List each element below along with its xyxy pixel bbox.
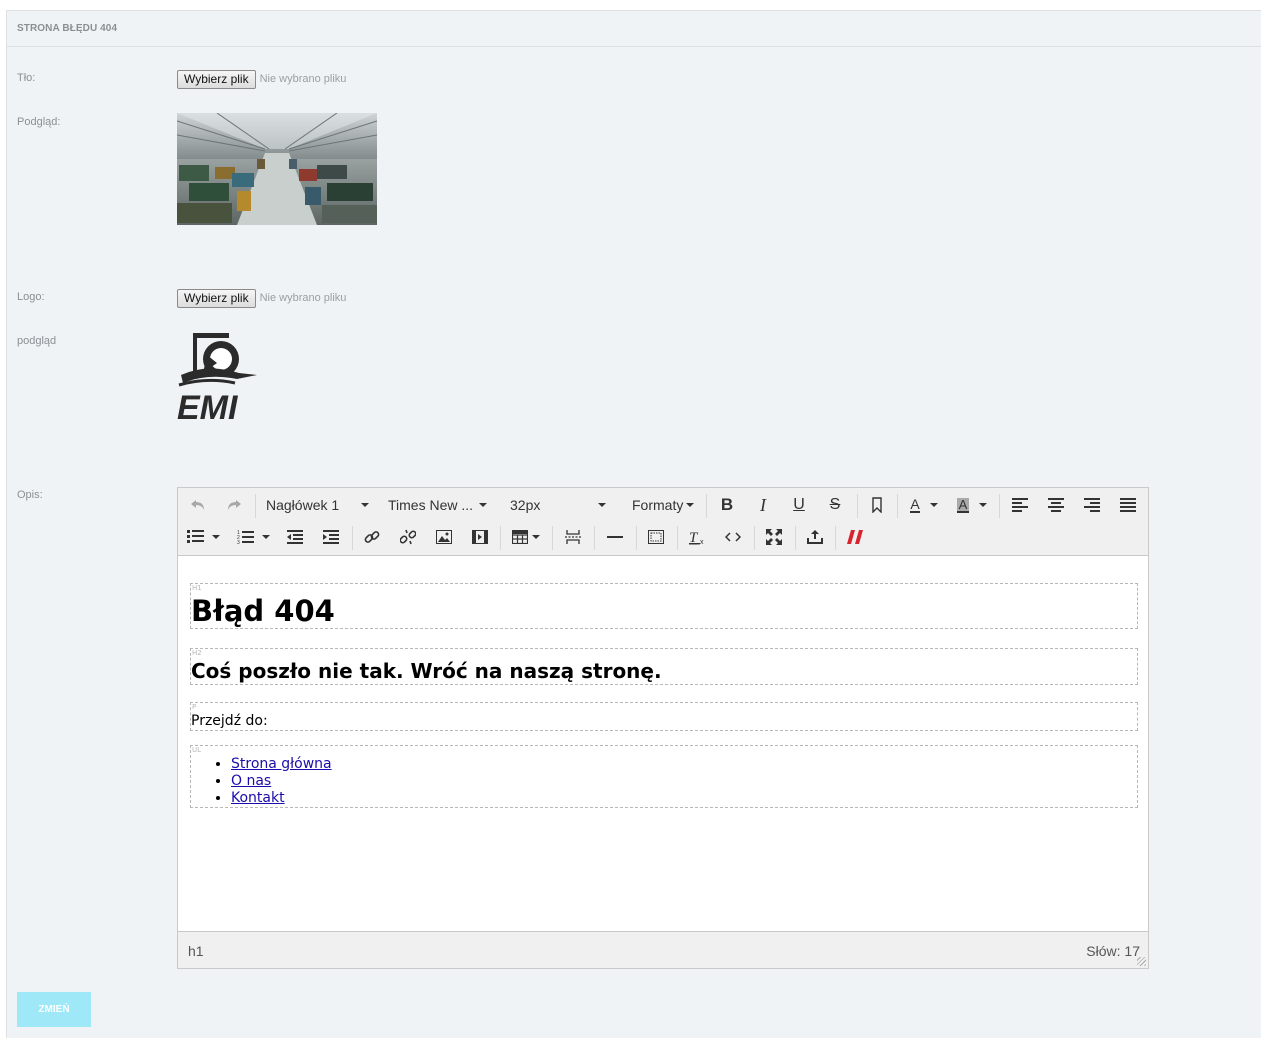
chevron-down-icon xyxy=(598,503,607,507)
bookmark-icon[interactable] xyxy=(862,489,892,521)
bullet-list-icon[interactable] xyxy=(182,521,224,553)
svg-text:x: x xyxy=(700,539,704,545)
logo-label: Logo: xyxy=(17,291,45,303)
chevron-down-icon xyxy=(686,503,695,507)
editor-statusbar: h1 Słów: 17 xyxy=(178,931,1148,968)
logo-file-status: Nie wybrano pliku xyxy=(259,292,347,304)
redo-icon[interactable] xyxy=(220,489,248,521)
description-label: Opis: xyxy=(17,489,43,501)
background-file-input[interactable]: Wybierz plik Nie wybrano pliku xyxy=(177,69,346,89)
list-item: Strona główna xyxy=(231,756,332,773)
media-icon[interactable] xyxy=(465,521,495,553)
submit-button[interactable]: ZMIEŃ xyxy=(17,992,91,1027)
image-icon[interactable] xyxy=(429,521,459,553)
underline-icon[interactable]: U xyxy=(784,489,814,521)
align-center-icon[interactable] xyxy=(1041,489,1071,521)
table-icon[interactable] xyxy=(506,521,546,553)
align-justify-icon[interactable] xyxy=(1113,489,1143,521)
heading-2-block: H2 Coś poszło nie tak. Wróć na naszą str… xyxy=(190,648,1138,685)
heading-1: Błąd 404 xyxy=(191,594,335,628)
unlink-icon[interactable] xyxy=(393,521,423,553)
font-size-value: 32px xyxy=(510,497,541,513)
link-list: Strona główna O nas Kontakt xyxy=(191,756,332,807)
block-format-dropdown[interactable]: Nagłówek 1 xyxy=(262,489,372,521)
chevron-down-icon xyxy=(479,503,488,507)
block-tag-p: P xyxy=(192,703,197,711)
list-item: O nas xyxy=(231,773,332,790)
logo-file-input[interactable]: Wybierz plik Nie wybrano pliku xyxy=(177,288,346,308)
link-icon[interactable] xyxy=(357,521,387,553)
formats-dropdown[interactable]: Formaty xyxy=(628,489,700,521)
block-tag-h1: H1 xyxy=(192,584,202,592)
strikethrough-icon[interactable]: S xyxy=(820,489,850,521)
preview-label: Podgląd: xyxy=(17,116,61,128)
logo-text: EMI xyxy=(177,389,239,423)
error-page-settings-panel: STRONA BŁĘDU 404 Tło: Wybierz plik Nie w… xyxy=(6,10,1261,1038)
chevron-down-icon xyxy=(361,503,370,507)
background-choose-file-button[interactable]: Wybierz plik xyxy=(177,69,256,89)
logo-choose-file-button[interactable]: Wybierz plik xyxy=(177,288,256,308)
rich-text-editor: Nagłówek 1 Times New ... 32px Formaty B xyxy=(177,487,1149,969)
formats-value: Formaty xyxy=(632,497,684,513)
block-tag-ul: UL xyxy=(192,746,202,754)
font-family-dropdown[interactable]: Times New ... xyxy=(384,489,496,521)
background-color-icon[interactable]: A xyxy=(950,489,994,521)
editor-content-area[interactable]: H1 Błąd 404 H2 Coś poszło nie tak. Wróć … xyxy=(178,556,1148,931)
remove-format-red-icon[interactable] xyxy=(840,521,870,553)
element-path[interactable]: h1 xyxy=(188,943,204,959)
resize-handle-icon[interactable] xyxy=(1137,957,1146,966)
undo-icon[interactable] xyxy=(184,489,212,521)
page-break-icon[interactable] xyxy=(558,521,588,553)
emi-logo: EMI xyxy=(177,333,259,427)
heading-2: Coś poszło nie tak. Wróć na naszą stronę… xyxy=(191,659,662,683)
word-count: Słów: 17 xyxy=(1086,943,1140,959)
text-color-icon[interactable]: A xyxy=(902,489,946,521)
font-family-value: Times New ... xyxy=(388,497,474,513)
align-right-icon[interactable] xyxy=(1077,489,1107,521)
paragraph-block: P Przejdź do: xyxy=(190,702,1138,731)
svg-text:3: 3 xyxy=(237,540,240,544)
upload-icon[interactable] xyxy=(800,521,830,553)
editor-toolbar: Nagłówek 1 Times New ... 32px Formaty B xyxy=(178,488,1148,556)
outdent-icon[interactable] xyxy=(280,521,310,553)
align-left-icon[interactable] xyxy=(1005,489,1035,521)
bold-icon[interactable]: B xyxy=(712,489,742,521)
clear-formatting-icon[interactable]: Tx xyxy=(682,521,712,553)
link-contact[interactable]: Kontakt xyxy=(231,790,285,806)
link-about[interactable]: O nas xyxy=(231,773,271,789)
panel-title: STRONA BŁĘDU 404 xyxy=(7,11,1261,47)
list-block: UL Strona główna O nas Kontakt xyxy=(190,745,1138,808)
font-size-dropdown[interactable]: 32px xyxy=(506,489,616,521)
code-view-icon[interactable] xyxy=(718,521,748,553)
background-label: Tło: xyxy=(17,72,36,84)
logo-preview-label: podgląd xyxy=(17,335,57,347)
heading-1-block: H1 Błąd 404 xyxy=(190,583,1138,629)
numbered-list-icon[interactable]: 123 xyxy=(232,521,274,553)
italic-icon[interactable]: I xyxy=(748,489,778,521)
block-tag-h2: H2 xyxy=(192,649,202,657)
svg-text:T: T xyxy=(689,530,699,545)
background-file-status: Nie wybrano pliku xyxy=(259,73,347,85)
fullscreen-icon[interactable] xyxy=(759,521,789,553)
horizontal-rule-icon[interactable] xyxy=(600,521,630,553)
indent-icon[interactable] xyxy=(316,521,346,553)
list-item: Kontakt xyxy=(231,790,332,807)
link-home[interactable]: Strona główna xyxy=(231,756,332,772)
block-format-value: Nagłówek 1 xyxy=(266,497,340,513)
background-preview-image xyxy=(177,113,377,225)
paragraph: Przejdź do: xyxy=(191,713,268,729)
visual-blocks-icon[interactable] xyxy=(641,521,671,553)
